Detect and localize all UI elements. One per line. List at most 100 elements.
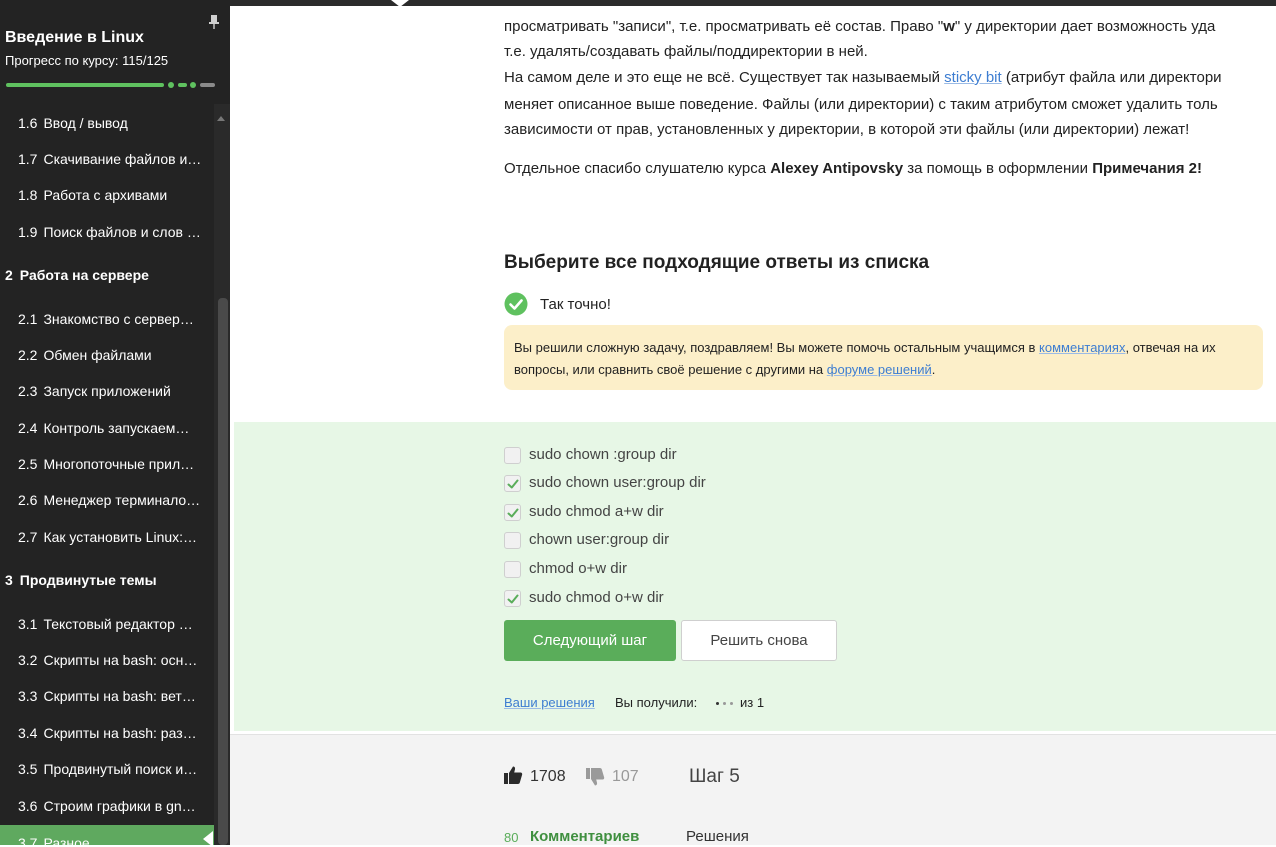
lesson-item[interactable]: 2.6 Менеджер терминало… xyxy=(0,482,214,518)
score-dot xyxy=(723,702,726,705)
lesson-label: Знакомство с сервер… xyxy=(43,311,194,327)
lesson-number: 3.3 xyxy=(18,688,38,704)
lesson-item[interactable]: 2.1 Знакомство с сервер… xyxy=(0,301,214,337)
score-dot xyxy=(716,702,719,705)
lesson-line: т.е. удалять/создавать файлы/поддиректор… xyxy=(504,43,868,60)
lesson-number: 1.7 xyxy=(18,151,38,167)
lesson-item[interactable]: 2.3 Запуск приложений xyxy=(0,373,214,409)
lesson-label: Скрипты на bash: осн… xyxy=(43,652,198,668)
module-number: 2 xyxy=(5,267,13,283)
sidebar-header: Введение в Linux Прогресс по курсу: 115/… xyxy=(0,0,230,104)
answer-checkbox[interactable] xyxy=(504,561,521,578)
lesson-number: 3.4 xyxy=(18,725,38,741)
next-step-button[interactable]: Следующий шаг xyxy=(504,620,676,661)
lesson-number: 2.5 xyxy=(18,456,38,472)
lesson-item[interactable]: 1.9 Поиск файлов и слов … xyxy=(0,214,214,250)
progress-bar-fill xyxy=(6,83,164,87)
lesson-number: 3.7 xyxy=(18,835,38,845)
answer-area: sudo chown :group dir sudo chown user:gr… xyxy=(234,422,1276,731)
checkmark-icon xyxy=(507,479,519,489)
scroll-up-arrow-icon[interactable] xyxy=(217,116,225,121)
bold-span: w xyxy=(943,18,955,35)
retry-button[interactable]: Решить снова xyxy=(681,620,837,661)
lesson-label: Текстовый редактор … xyxy=(43,616,193,632)
your-solutions-link[interactable]: Ваши решения xyxy=(504,695,595,710)
module-label: Работа на сервере xyxy=(19,267,149,283)
lesson-number: 1.8 xyxy=(18,187,38,203)
answer-checkbox-checked[interactable] xyxy=(504,475,521,492)
text-span: за помощь в оформлении xyxy=(903,160,1093,177)
lesson-line: зависимости от прав, установленных у дир… xyxy=(504,121,1190,138)
thumbs-down-icon[interactable] xyxy=(585,767,605,787)
module-header[interactable]: 2 Работа на сервере xyxy=(0,257,214,293)
lesson-item[interactable]: 2.7 Как установить Linux:… xyxy=(0,519,214,555)
score-indicator xyxy=(716,702,738,706)
text-span: (атрибут файла или директори xyxy=(1001,69,1222,86)
checkmark-icon xyxy=(507,594,519,604)
lesson-item[interactable]: 2.5 Многопоточные прил… xyxy=(0,446,214,482)
answer-label: chown user:group dir xyxy=(529,531,670,548)
lesson-label: Скрипты на bash: раз… xyxy=(43,725,197,741)
lesson-item[interactable]: 2.4 Контроль запускаем… xyxy=(0,410,214,446)
tab-comments[interactable]: Комментариев xyxy=(530,828,639,845)
lesson-line: меняет описанное выше поведение. Файлы (… xyxy=(504,96,1218,113)
lesson-item[interactable]: 3.4 Скрипты на bash: раз… xyxy=(0,715,214,751)
lesson-item[interactable]: 3.3 Скрипты на bash: вет… xyxy=(0,678,214,714)
comments-count: 80 xyxy=(504,830,519,845)
sidebar-scrollbar-thumb[interactable] xyxy=(218,298,228,845)
answer-checkbox[interactable] xyxy=(504,532,521,549)
score-total: из 1 xyxy=(740,695,765,710)
lesson-item-active[interactable]: 3.7 Разное xyxy=(0,825,214,845)
lesson-item[interactable]: 1.8 Работа с архивами xyxy=(0,177,214,213)
lesson-line: На самом деле и это еще не всё. Существу… xyxy=(504,65,1222,91)
bold-span: Примечания 2! xyxy=(1092,160,1203,177)
text-span: На самом деле и это еще не всё. Существу… xyxy=(504,69,945,86)
comments-link[interactable]: комментариях xyxy=(1039,340,1125,355)
module-header[interactable]: 3 Продвинутые темы xyxy=(0,562,214,598)
check-circle-icon xyxy=(504,292,528,316)
like-count: 1708 xyxy=(530,768,566,785)
lesson-label: Контроль запускаем… xyxy=(43,420,190,436)
lesson-item[interactable]: 3.2 Скрипты на bash: осн… xyxy=(0,642,214,678)
step-label: Шаг 5 xyxy=(689,766,740,787)
lesson-label: Работа с архивами xyxy=(43,187,168,203)
course-sidebar: Введение в Linux Прогресс по курсу: 115/… xyxy=(0,0,230,845)
lesson-line: просматривать "записи", т.е. просматрива… xyxy=(504,14,1215,40)
answer-checkbox-checked[interactable] xyxy=(504,504,521,521)
lesson-item[interactable]: 3.1 Текстовый редактор … xyxy=(0,606,214,642)
lesson-label: Как установить Linux:… xyxy=(43,529,198,545)
lesson-number: 3.1 xyxy=(18,616,38,632)
answer-checkbox-checked[interactable] xyxy=(504,590,521,607)
sticky-bit-link[interactable]: sticky bit xyxy=(944,69,1002,86)
step-content: просматривать "записи", т.е. просматрива… xyxy=(230,6,1276,845)
module-number: 3 xyxy=(5,572,13,588)
lesson-item[interactable]: 1.6 Ввод / вывод xyxy=(0,105,214,141)
lesson-number: 1.9 xyxy=(18,224,38,240)
lesson-number: 2.4 xyxy=(18,420,38,436)
thumbs-up-icon[interactable] xyxy=(503,765,523,785)
progress-dot xyxy=(190,82,196,88)
lesson-item[interactable]: 3.5 Продвинутый поиск и… xyxy=(0,751,214,787)
course-title[interactable]: Введение в Linux xyxy=(5,29,144,47)
text-span: Вы решили сложную задачу, поздравляем! В… xyxy=(514,340,1040,355)
lesson-number: 1.6 xyxy=(18,115,38,131)
acknowledgement-text: Отдельное спасибо слушателю курса Alexey… xyxy=(504,160,1202,177)
text-span: " у директории дает возможность уда xyxy=(954,18,1216,35)
solutions-forum-link[interactable]: форуме решений xyxy=(827,362,932,377)
lesson-number: 3.6 xyxy=(18,798,38,814)
lesson-item[interactable]: 1.7 Скачивание файлов и… xyxy=(0,141,214,177)
lesson-number: 2.1 xyxy=(18,311,38,327)
lesson-label: Многопоточные прил… xyxy=(43,456,195,472)
result-text: Так точно! xyxy=(540,296,611,313)
quiz-title: Выберите все подходящие ответы из списка xyxy=(504,252,930,273)
dislike-count: 107 xyxy=(612,768,639,785)
answer-checkbox[interactable] xyxy=(504,447,521,464)
lesson-item[interactable]: 2.2 Обмен файлами xyxy=(0,337,214,373)
lesson-number: 3.5 xyxy=(18,761,38,777)
lesson-label: Разное xyxy=(43,835,90,845)
lesson-label: Скачивание файлов и… xyxy=(43,151,202,167)
lesson-item[interactable]: 3.6 Строим графики в gn… xyxy=(0,788,214,824)
text-span: Отдельное спасибо слушателю курса xyxy=(504,160,771,177)
pin-icon[interactable] xyxy=(208,14,220,30)
tab-solutions[interactable]: Решения xyxy=(686,828,749,845)
